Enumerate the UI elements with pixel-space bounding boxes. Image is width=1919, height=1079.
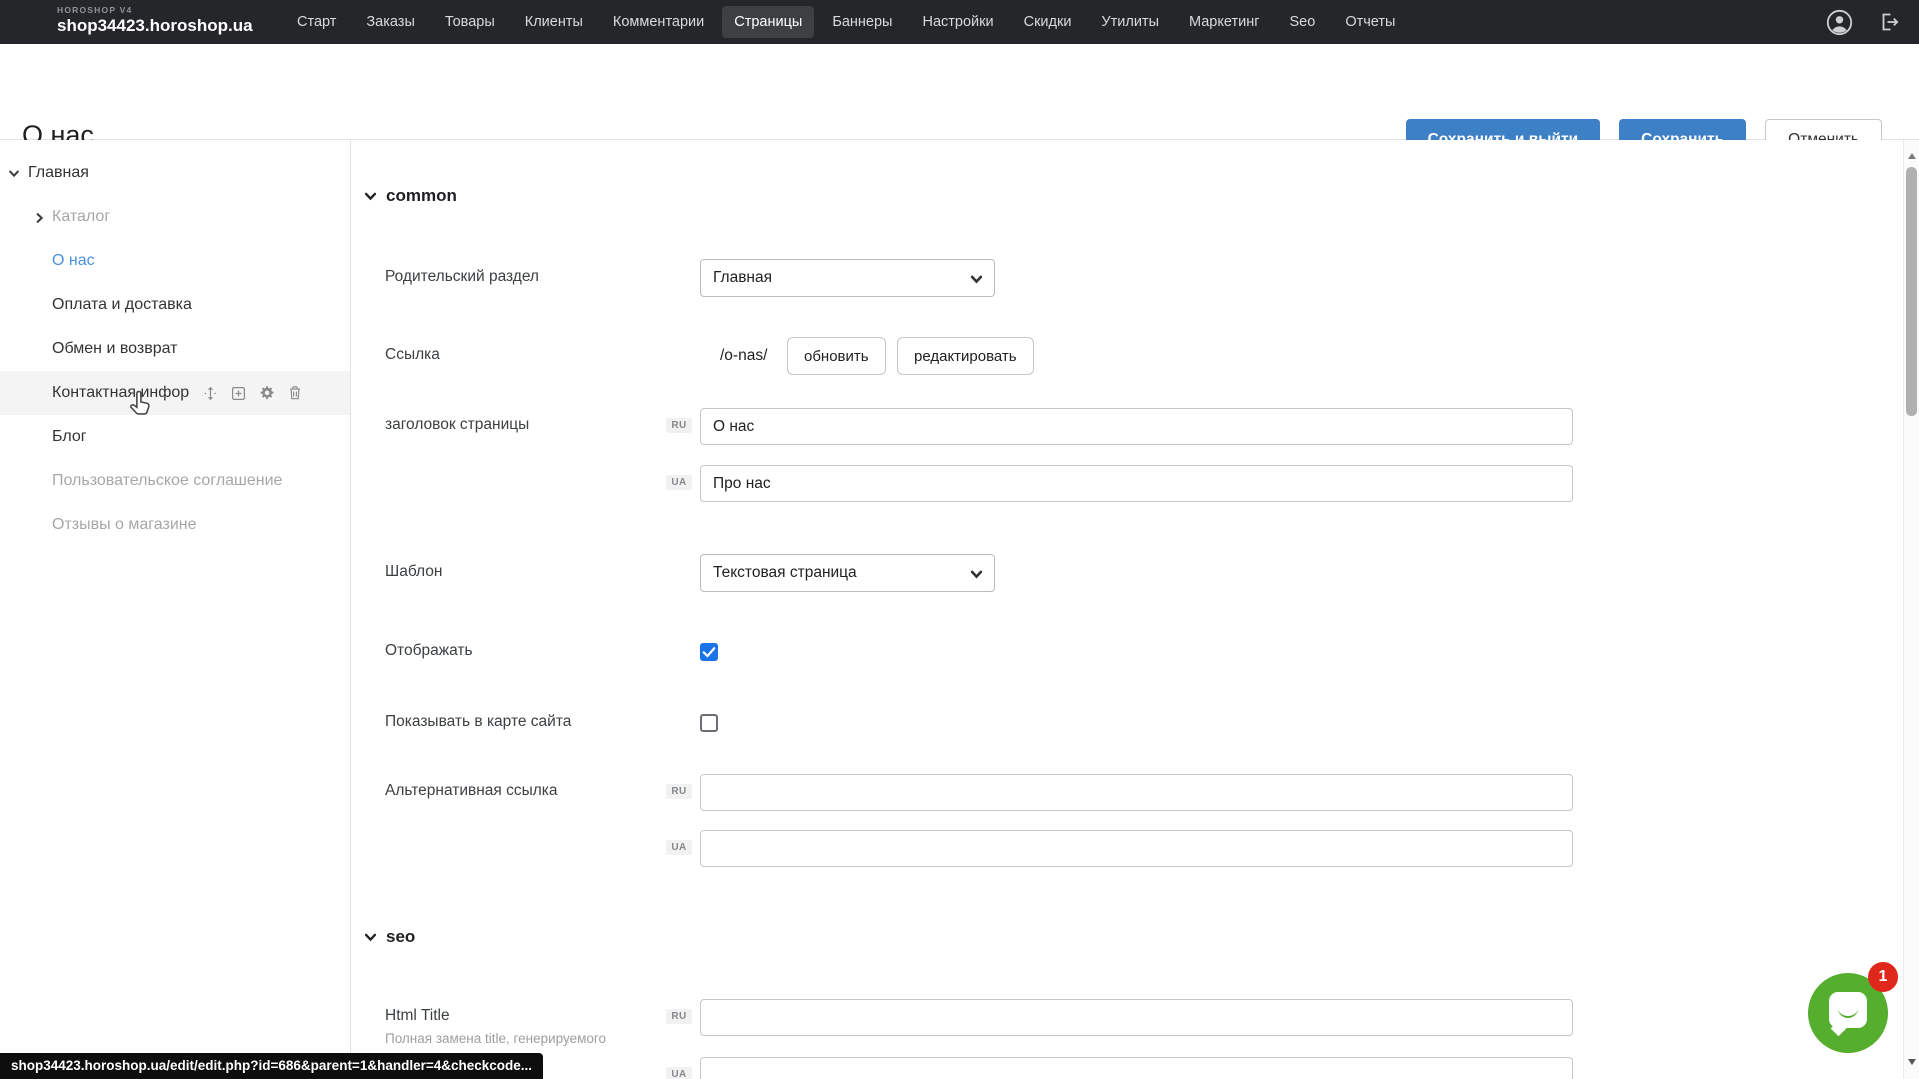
section-common-toggle[interactable]: common xyxy=(364,186,457,206)
logout-icon[interactable] xyxy=(1877,10,1901,34)
check-icon xyxy=(700,643,718,661)
tree-item-label: О нас xyxy=(52,252,95,270)
nav-orders[interactable]: Заказы xyxy=(354,6,426,38)
scroll-down-icon[interactable] xyxy=(1907,1053,1917,1071)
nav-seo[interactable]: Seo xyxy=(1278,6,1328,38)
page-title-ua-input[interactable] xyxy=(700,465,1573,502)
page-header: О нас Сохранить и выйти Сохранить Отмени… xyxy=(0,44,1919,140)
brand-logo[interactable]: HOROSHOP V4 shop34423.horoshop.ua xyxy=(57,5,253,36)
tree-item-oplata[interactable]: Оплата и доставка xyxy=(0,283,350,327)
nav-pages[interactable]: Страницы xyxy=(722,6,814,38)
chevron-down-icon[interactable] xyxy=(8,167,20,185)
tree-item-label: Главная xyxy=(28,164,89,182)
template-value: Текстовая страница xyxy=(713,564,857,582)
top-navigation: Старт Заказы Товары Клиенты Комментарии … xyxy=(282,0,1410,44)
link-path: /o-nas/ xyxy=(720,347,767,365)
link-label: Ссылка xyxy=(385,346,440,364)
lang-ua-badge: UA xyxy=(666,1067,692,1079)
html-title-ua-input[interactable] xyxy=(700,1057,1573,1079)
html-title-ru-input[interactable] xyxy=(700,999,1573,1036)
link-refresh-button[interactable]: обновить xyxy=(787,337,886,375)
display-label: Отображать xyxy=(385,642,473,660)
scrollbar-thumb[interactable] xyxy=(1906,167,1917,416)
move-icon[interactable] xyxy=(203,386,218,401)
tree-item-label: Блог xyxy=(52,428,87,446)
account-icon[interactable] xyxy=(1826,9,1853,36)
sitemap-label: Показывать в карте сайта xyxy=(385,713,571,731)
topbar: HOROSHOP V4 shop34423.horoshop.ua Старт … xyxy=(0,0,1919,44)
lang-ru-badge: RU xyxy=(666,418,692,433)
tree-item-glavnaya[interactable]: Главная xyxy=(0,151,350,195)
lang-ru-badge: RU xyxy=(666,784,692,799)
chat-unread-badge: 1 xyxy=(1868,962,1898,992)
nav-utilities[interactable]: Утилиты xyxy=(1089,6,1171,38)
lang-ua-badge: UA xyxy=(666,475,692,490)
parent-section-select[interactable]: Главная xyxy=(700,259,995,297)
settings-gear-icon[interactable] xyxy=(259,385,275,401)
section-seo-toggle[interactable]: seo xyxy=(364,927,415,947)
tree-item-katalog[interactable]: Каталог xyxy=(0,195,350,239)
tree-item-label: Обмен и возврат xyxy=(52,340,177,358)
tree-item-label: Отзывы о магазине xyxy=(52,516,197,534)
link-edit-button[interactable]: редактировать xyxy=(897,337,1034,375)
tree-item-label: Оплата и доставка xyxy=(52,296,192,314)
chevron-down-icon xyxy=(970,568,983,581)
page-title-label: заголовок страницы xyxy=(385,416,529,434)
section-seo-title: seo xyxy=(386,927,415,947)
nav-comments[interactable]: Комментарии xyxy=(601,6,716,38)
nav-discounts[interactable]: Скидки xyxy=(1012,6,1084,38)
display-checkbox[interactable] xyxy=(700,643,718,661)
tree-item-o-nas[interactable]: О нас xyxy=(0,239,350,283)
html-title-hint: Полная замена title, генерируемого xyxy=(385,1031,606,1046)
nav-marketing[interactable]: Маркетинг xyxy=(1177,6,1272,38)
tree-item-label: Пользовательское соглашение xyxy=(52,472,282,490)
nav-settings[interactable]: Настройки xyxy=(910,6,1005,38)
nav-products[interactable]: Товары xyxy=(433,6,507,38)
chevron-right-icon[interactable] xyxy=(34,211,46,229)
tree-item-label: Каталог xyxy=(52,208,110,226)
alt-link-ua-input[interactable] xyxy=(700,830,1573,867)
page-edit-form: common Родительский раздел Главная Ссылк… xyxy=(352,140,1903,1079)
alt-link-ru-input[interactable] xyxy=(700,774,1573,811)
vertical-scrollbar xyxy=(1903,140,1919,1079)
chevron-down-icon xyxy=(970,273,983,286)
parent-section-label: Родительский раздел xyxy=(385,268,539,286)
add-page-icon[interactable] xyxy=(231,386,246,401)
pages-tree-sidebar: Главная Каталог О нас Оплата и доставка … xyxy=(0,140,351,1079)
alt-link-label: Альтернативная ссылка xyxy=(385,782,558,800)
scroll-up-icon[interactable] xyxy=(1907,147,1917,165)
tree-item-label: Контактная инфор xyxy=(52,384,189,402)
page-title-ru-input[interactable] xyxy=(700,408,1573,445)
template-label: Шаблон xyxy=(385,563,442,581)
brand-domain: shop34423.horoshop.ua xyxy=(57,16,253,36)
lang-ru-badge: RU xyxy=(666,1009,692,1024)
nav-reports[interactable]: Отчеты xyxy=(1333,6,1407,38)
delete-trash-icon[interactable] xyxy=(288,385,302,401)
template-select[interactable]: Текстовая страница xyxy=(700,554,995,592)
html-title-label: Html Title xyxy=(385,1007,450,1025)
lang-ua-badge: UA xyxy=(666,840,692,855)
brand-version: HOROSHOP V4 xyxy=(57,5,253,15)
sitemap-checkbox[interactable] xyxy=(700,714,718,732)
status-url-tooltip: shop34423.horoshop.ua/edit/edit.php?id=6… xyxy=(0,1053,543,1079)
nav-start[interactable]: Старт xyxy=(285,6,348,38)
tree-item-obmen[interactable]: Обмен и возврат xyxy=(0,327,350,371)
tree-item-blog[interactable]: Блог xyxy=(0,415,350,459)
tree-item-otzyvy[interactable]: Отзывы о магазине xyxy=(0,503,350,547)
tree-item-kontaktnaya[interactable]: Контактная инфор xyxy=(0,371,350,415)
section-common-title: common xyxy=(386,186,457,206)
nav-clients[interactable]: Клиенты xyxy=(513,6,595,38)
nav-banners[interactable]: Баннеры xyxy=(820,6,904,38)
tree-item-polzovatelskoe[interactable]: Пользовательское соглашение xyxy=(0,459,350,503)
parent-section-value: Главная xyxy=(713,269,772,287)
